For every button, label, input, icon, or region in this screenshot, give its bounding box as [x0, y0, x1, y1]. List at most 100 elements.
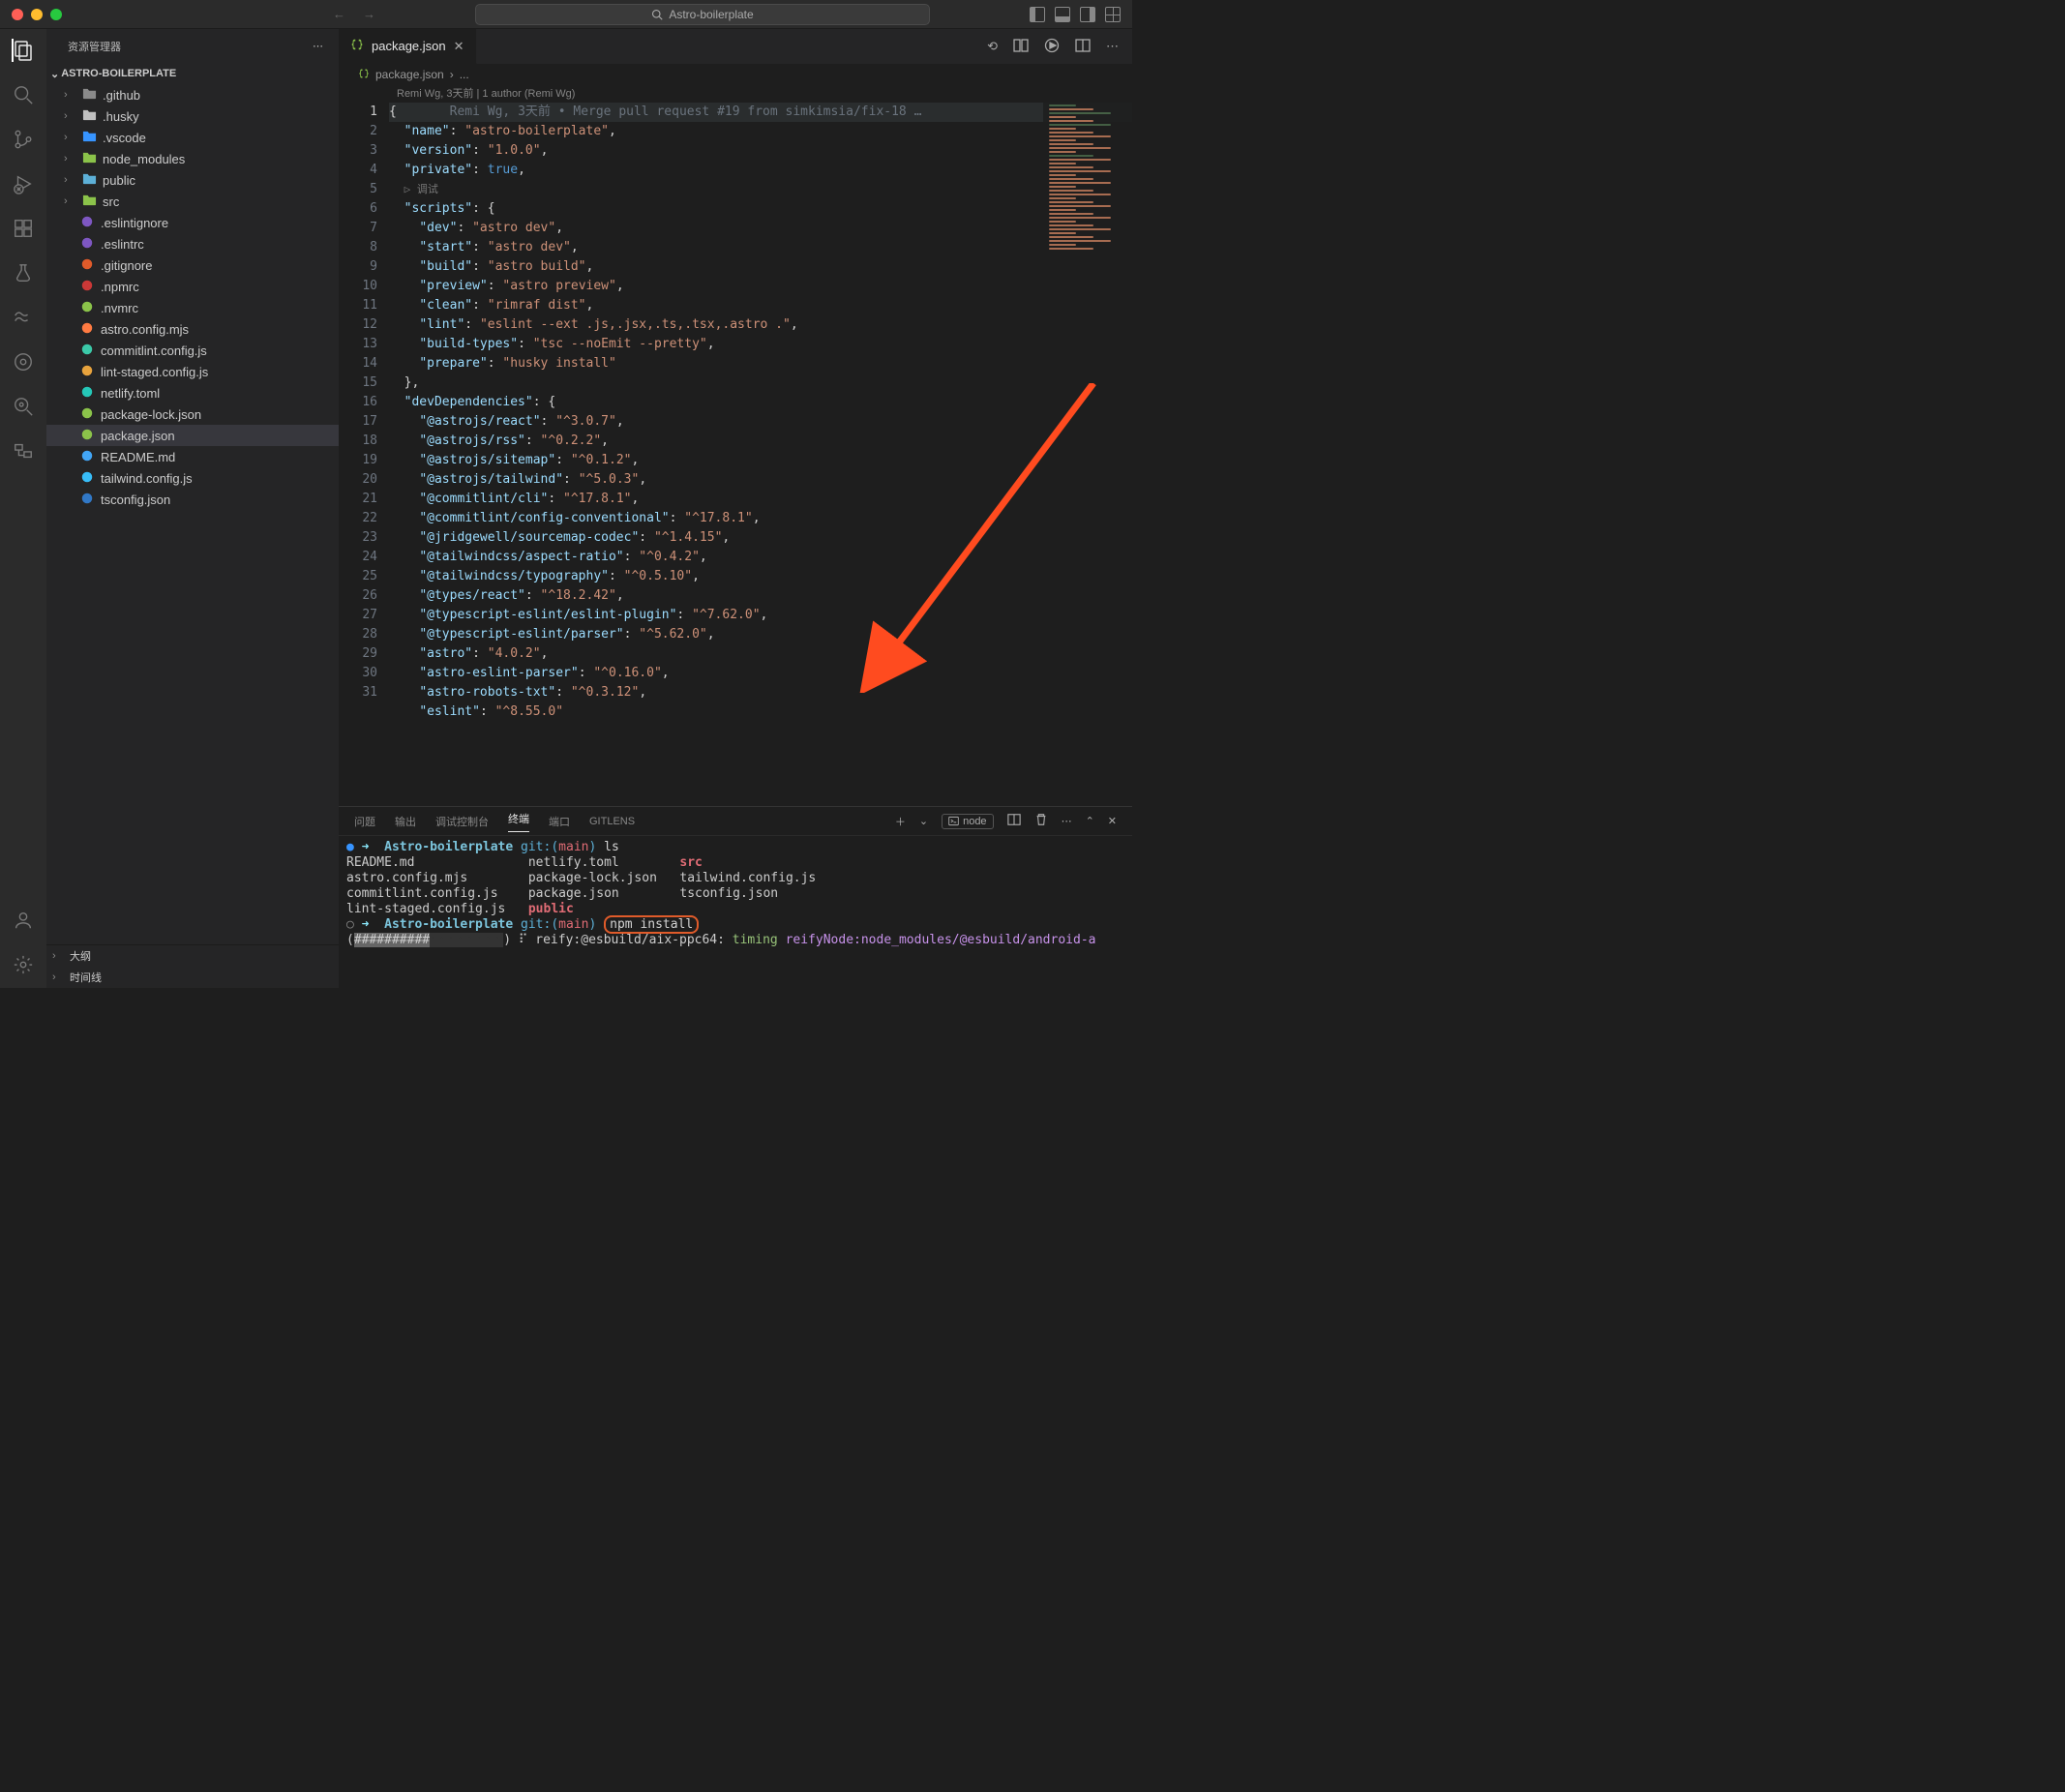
activity-misc-icon[interactable]	[12, 439, 35, 463]
minimap[interactable]	[1043, 103, 1132, 296]
activity-debug-icon[interactable]	[12, 172, 35, 195]
file-row[interactable]: .npmrc	[46, 276, 339, 297]
window-controls[interactable]	[12, 9, 62, 20]
outline-section[interactable]: ›大纲	[46, 945, 339, 967]
activity-extensions-icon[interactable]	[12, 217, 35, 240]
line-gutter: 1234567891011121314151617181920212223242…	[339, 103, 389, 806]
file-icon	[79, 257, 95, 274]
file-icon	[79, 449, 95, 465]
activity-gitlens-inspect-icon[interactable]	[12, 395, 35, 418]
terminal[interactable]: ● ➜ Astro-boilerplate git:(main) ls READ…	[339, 836, 1132, 988]
explorer-more-icon[interactable]: ⋯	[313, 40, 323, 52]
folder-icon	[81, 193, 97, 210]
toggle-panel-icon[interactable]	[1055, 7, 1070, 22]
editor-compare-icon[interactable]	[1013, 38, 1029, 56]
folder-icon	[81, 107, 97, 125]
file-icon	[79, 492, 95, 508]
code-editor[interactable]: { Remi Wg, 3天前 • Merge pull request #19 …	[389, 103, 1132, 806]
close-tab-icon[interactable]: ✕	[454, 39, 464, 54]
folder-row[interactable]: ›.vscode	[46, 127, 339, 148]
json-file-icon	[358, 68, 370, 82]
file-row[interactable]: README.md	[46, 446, 339, 467]
panel-tabs[interactable]: 问题 输出 调试控制台 终端 端口 GITLENS ＋ ⌄ node	[339, 807, 1132, 836]
activity-explorer-icon[interactable]	[12, 39, 35, 62]
file-row[interactable]: package-lock.json	[46, 403, 339, 425]
editor-tab-package-json[interactable]: package.json ✕	[339, 29, 477, 64]
file-icon	[79, 428, 95, 444]
split-terminal-icon[interactable]	[1007, 813, 1021, 829]
file-row[interactable]: .eslintrc	[46, 233, 339, 254]
file-row[interactable]: tsconfig.json	[46, 489, 339, 510]
activity-search-icon[interactable]	[12, 83, 35, 106]
toggle-secondary-sidebar-icon[interactable]	[1080, 7, 1095, 22]
file-icon	[79, 343, 95, 359]
breadcrumb[interactable]: package.json › ...	[339, 64, 1132, 85]
folder-row[interactable]: ›src	[46, 191, 339, 212]
file-tree[interactable]: ›.github›.husky›.vscode›node_modules›pub…	[46, 84, 339, 944]
file-icon	[79, 364, 95, 380]
search-text: Astro-boilerplate	[669, 8, 753, 21]
folder-icon	[81, 129, 97, 146]
minimize-window-icon[interactable]	[31, 9, 43, 20]
terminal-chevron-icon[interactable]: ⌄	[919, 815, 928, 827]
activity-gitlens-icon[interactable]	[12, 350, 35, 373]
file-row[interactable]: .eslintignore	[46, 212, 339, 233]
kill-terminal-icon[interactable]	[1034, 813, 1048, 829]
close-window-icon[interactable]	[12, 9, 23, 20]
panel-tab-output[interactable]: 输出	[395, 814, 416, 829]
panel-tab-debugconsole[interactable]: 调试控制台	[435, 814, 489, 829]
activity-tailwind-icon[interactable]	[12, 306, 35, 329]
folder-icon	[81, 86, 97, 104]
file-row[interactable]: package.json	[46, 425, 339, 446]
folder-row[interactable]: ›public	[46, 169, 339, 191]
project-folder-header[interactable]: ⌄ ASTRO-BOILERPLATE	[46, 63, 339, 84]
nav-forward-icon[interactable]: →	[363, 7, 375, 21]
json-file-icon	[350, 38, 364, 54]
timeline-section[interactable]: ›时间线	[46, 967, 339, 988]
tab-label: package.json	[372, 39, 446, 53]
folder-row[interactable]: ›.husky	[46, 105, 339, 127]
search-icon	[651, 9, 663, 20]
file-icon	[79, 215, 95, 231]
nav-back-icon[interactable]: ←	[333, 7, 345, 21]
command-center-search[interactable]: Astro-boilerplate	[475, 4, 930, 25]
panel-tab-terminal[interactable]: 终端	[508, 811, 529, 832]
new-terminal-icon[interactable]: ＋	[895, 814, 906, 829]
file-row[interactable]: commitlint.config.js	[46, 340, 339, 361]
activity-scm-icon[interactable]	[12, 128, 35, 151]
file-icon	[79, 385, 95, 402]
panel-close-icon[interactable]: ✕	[1108, 815, 1117, 827]
file-icon	[79, 300, 95, 316]
editor-run-icon[interactable]	[1044, 38, 1060, 56]
toggle-sidebar-icon[interactable]	[1030, 7, 1045, 22]
file-row[interactable]: .gitignore	[46, 254, 339, 276]
project-name: ASTRO-BOILERPLATE	[61, 68, 176, 79]
panel-more-icon[interactable]: ⋯	[1062, 815, 1072, 827]
activity-account-icon[interactable]	[12, 909, 35, 932]
panel-tab-ports[interactable]: 端口	[549, 814, 570, 829]
panel-maximize-icon[interactable]: ⌃	[1086, 815, 1094, 827]
maximize-window-icon[interactable]	[50, 9, 62, 20]
file-icon	[79, 470, 95, 487]
file-icon	[79, 321, 95, 338]
panel-tab-gitlens[interactable]: GITLENS	[589, 816, 635, 827]
folder-icon	[81, 171, 97, 189]
editor-more-icon[interactable]: ⋯	[1106, 39, 1119, 54]
file-row[interactable]: tailwind.config.js	[46, 467, 339, 489]
file-icon	[79, 406, 95, 423]
file-row[interactable]: .nvmrc	[46, 297, 339, 318]
file-row[interactable]: astro.config.mjs	[46, 318, 339, 340]
editor-action-icon[interactable]: ⟲	[987, 39, 998, 54]
panel-tab-problems[interactable]: 问题	[354, 814, 375, 829]
folder-icon	[81, 150, 97, 167]
activity-testing-icon[interactable]	[12, 261, 35, 284]
terminal-shell-badge[interactable]: node	[942, 814, 993, 829]
codelens[interactable]: Remi Wg, 3天前 | 1 author (Remi Wg)	[339, 85, 1132, 103]
file-row[interactable]: netlify.toml	[46, 382, 339, 403]
customize-layout-icon[interactable]	[1105, 7, 1121, 22]
editor-split-icon[interactable]	[1075, 38, 1091, 56]
file-row[interactable]: lint-staged.config.js	[46, 361, 339, 382]
activity-settings-icon[interactable]	[12, 953, 35, 976]
folder-row[interactable]: ›.github	[46, 84, 339, 105]
folder-row[interactable]: ›node_modules	[46, 148, 339, 169]
